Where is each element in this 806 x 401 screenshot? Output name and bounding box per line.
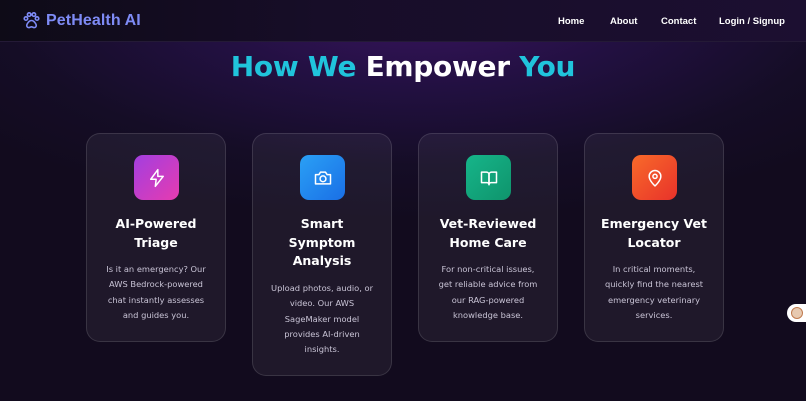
feature-icon-box bbox=[300, 155, 345, 200]
nav-link-contact[interactable]: Contact bbox=[661, 16, 696, 27]
title-part-you: You bbox=[519, 50, 576, 83]
nav-link-home[interactable]: Home bbox=[558, 16, 584, 27]
feature-title: Vet-Reviewed Home Care bbox=[439, 216, 537, 250]
feature-icon-box bbox=[632, 155, 677, 200]
assistant-avatar-icon bbox=[790, 307, 803, 319]
feature-description: In critical moments, quickly find the ne… bbox=[604, 264, 704, 320]
lightning-icon bbox=[149, 168, 164, 187]
section-title: How We Empower You bbox=[0, 50, 806, 83]
feature-description: For non-critical issues, get reliable ad… bbox=[438, 264, 538, 320]
feature-card-vet-locator: Emergency Vet Locator In critical moment… bbox=[584, 133, 724, 342]
feature-card-home-care: Vet-Reviewed Home Care For non-critical … bbox=[418, 133, 558, 342]
title-part-how-we: How We bbox=[230, 50, 357, 83]
title-part-empower: Empower bbox=[365, 50, 510, 83]
feature-description: Is it an emergency? Our AWS Bedrock-powe… bbox=[106, 264, 206, 320]
feature-card-symptom-analysis: Smart Symptom Analysis Upload photos, au… bbox=[252, 133, 392, 376]
chat-widget-button[interactable] bbox=[787, 304, 806, 322]
feature-title: Emergency Vet Locator bbox=[601, 216, 707, 250]
feature-icon-box bbox=[134, 155, 179, 200]
feature-icon-box bbox=[466, 155, 511, 200]
map-pin-icon bbox=[647, 169, 662, 187]
feature-card-triage: AI-Powered Triage Is it an emergency? Ou… bbox=[86, 133, 226, 342]
feature-description: Upload photos, audio, or video. Our AWS … bbox=[271, 283, 373, 355]
nav-link-about[interactable]: About bbox=[610, 16, 637, 27]
book-icon bbox=[480, 170, 497, 185]
top-navbar: PetHealth AI Home About Contact Login / … bbox=[0, 0, 806, 42]
feature-title: Smart Symptom Analysis bbox=[288, 216, 356, 268]
nav-links: Home About Contact Login / Signup bbox=[0, 0, 806, 42]
feature-title: AI-Powered Triage bbox=[115, 216, 197, 250]
camera-icon bbox=[314, 170, 331, 185]
nav-link-login-signup[interactable]: Login / Signup bbox=[719, 16, 785, 27]
